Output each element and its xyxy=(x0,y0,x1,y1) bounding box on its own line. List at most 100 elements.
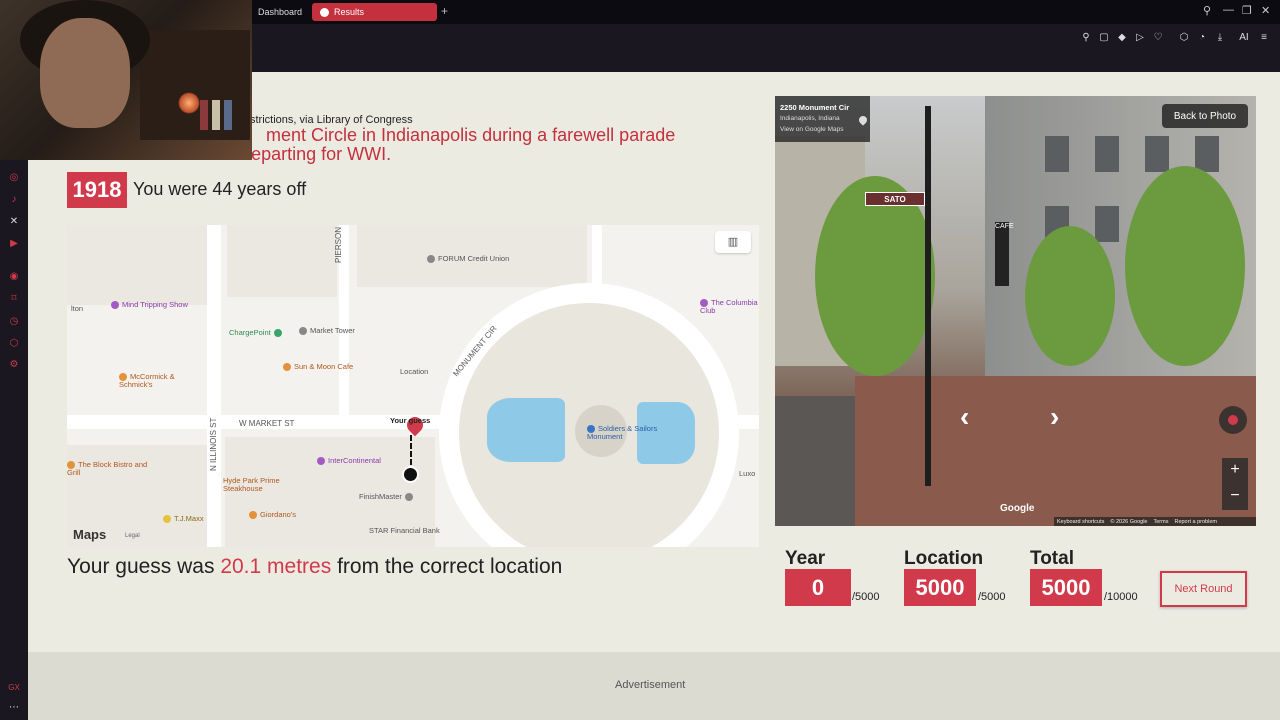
poi-sun-moon[interactable]: Sun & Moon Cafe xyxy=(283,363,353,372)
ai-button[interactable]: AI xyxy=(1234,32,1254,44)
poi-icon xyxy=(163,515,171,524)
sv-city: Indianapolis, Indiana xyxy=(780,115,840,122)
zoom-out-button[interactable]: − xyxy=(1222,484,1248,510)
year-score-value: 0 xyxy=(785,569,851,606)
book xyxy=(224,100,232,130)
window xyxy=(1145,136,1169,172)
poi-label: FinishMaster xyxy=(359,492,402,502)
street-view-footer: Keyboard shortcuts © 2026 Google Terms R… xyxy=(1054,517,1256,526)
tab-results[interactable]: Results xyxy=(312,3,437,21)
x-twitter-icon[interactable]: ✕ xyxy=(8,216,20,228)
correct-year-badge: 1918 xyxy=(67,172,127,208)
poi-market-tower[interactable]: Market Tower xyxy=(299,327,355,336)
poi-mccormick[interactable]: McCormick & Schmick's xyxy=(119,373,199,389)
guess-label: Your guess xyxy=(390,416,431,425)
back-to-photo-button[interactable]: Back to Photo xyxy=(1162,104,1248,128)
bookmark-icon[interactable]: ⌑ xyxy=(8,293,20,305)
street-label: N ILLINOIS ST xyxy=(209,417,218,471)
poi-tjmaxx[interactable]: T.J.Maxx xyxy=(163,515,204,524)
caption-line-1: ment Circle in Indianapolis during a far… xyxy=(266,125,676,145)
report-problem-link[interactable]: Report a problem xyxy=(1174,519,1217,525)
snapshot-icon[interactable]: ▢ xyxy=(1098,32,1110,44)
nav-arrow-left-icon[interactable]: ‹ xyxy=(960,401,969,433)
menu-icon[interactable]: ≡ xyxy=(1258,32,1270,44)
poi-columbia-club[interactable]: The Columbia Club xyxy=(700,299,759,315)
maximize-button[interactable]: ❐ xyxy=(1242,4,1252,17)
road-illinois xyxy=(207,225,221,547)
bookshelf xyxy=(140,30,250,140)
poi-block-bistro[interactable]: The Block Bistro and Grill xyxy=(67,461,157,477)
window xyxy=(1195,136,1219,172)
poi-label: ChargePoint xyxy=(229,328,271,338)
year-score-max: /5000 xyxy=(852,591,880,603)
street-label: PIERSON xyxy=(334,226,343,263)
poi-lton: lton xyxy=(71,305,83,313)
apple-maps-logo: Maps xyxy=(73,527,106,542)
poi-intercontinental[interactable]: InterContinental xyxy=(317,457,381,466)
poi-soldiers-sailors[interactable]: Soldiers & Sailors Monument xyxy=(587,425,677,441)
gx-label: GX xyxy=(8,683,20,692)
map-block xyxy=(67,225,207,305)
total-score-value: 5000 xyxy=(1030,569,1102,606)
poi-hyde-park[interactable]: Hyde Park Prime Steakhouse xyxy=(223,477,303,493)
next-round-button[interactable]: Next Round xyxy=(1160,571,1247,607)
poi-label: Mind Tripping Show xyxy=(122,300,188,310)
poi-mind-tripping[interactable]: Mind Tripping Show xyxy=(111,300,191,310)
download-icon[interactable]: ⤓ xyxy=(1214,32,1226,44)
poi-label: lton xyxy=(71,304,84,314)
settings-icon[interactable]: ⚙ xyxy=(8,359,20,371)
poi-label: Luxo xyxy=(739,469,756,479)
play-icon[interactable]: ▷ xyxy=(1134,32,1146,44)
history-icon[interactable]: ◷ xyxy=(8,316,20,328)
view-on-google-maps-link[interactable]: View on Google Maps xyxy=(780,126,843,133)
result-map[interactable]: PIERSON N ILLINOIS ST W MARKET ST MONUME… xyxy=(67,225,759,547)
pin-icon[interactable]: ⚲ xyxy=(1080,32,1092,44)
map-block xyxy=(227,225,337,297)
poi-giordano[interactable]: Giordano's xyxy=(249,511,296,520)
tiktok-icon[interactable]: ♪ xyxy=(8,194,20,206)
guess-pin[interactable] xyxy=(402,466,419,483)
total-score-max: /10000 xyxy=(1104,591,1138,603)
location-label: Location xyxy=(400,367,429,376)
more-icon[interactable]: ⋯ xyxy=(8,702,20,714)
poi-label: STAR Financial Bank xyxy=(369,526,440,536)
compass-icon[interactable] xyxy=(1219,406,1247,434)
poi-icon xyxy=(249,511,257,520)
keyboard-shortcuts-link[interactable]: Keyboard shortcuts xyxy=(1057,519,1104,525)
brick-sidewalk xyxy=(855,376,1256,526)
shield-icon[interactable]: ◆ xyxy=(1116,32,1128,44)
poi-icon xyxy=(273,329,282,338)
minimize-button[interactable]: — xyxy=(1223,4,1234,16)
maps-legal-link[interactable]: Legal xyxy=(125,533,140,539)
poi-icon xyxy=(404,493,413,502)
location-score-label: Location xyxy=(904,548,984,569)
instagram-icon[interactable]: ◎ xyxy=(8,172,20,184)
tab-dashboard[interactable]: Dashboard xyxy=(250,3,308,21)
poi-chargepoint[interactable]: ChargePoint xyxy=(229,328,285,338)
location-pin-icon xyxy=(857,114,869,126)
nav-arrow-right-icon[interactable]: › xyxy=(1050,401,1059,433)
extensions-icon[interactable]: ⬡ xyxy=(1178,32,1190,44)
maps-brand-label: Maps xyxy=(73,527,107,542)
player-icon[interactable]: ◉ xyxy=(8,271,20,283)
street-view-panorama[interactable]: SATO CAFE ‹ › 2250 Monument Cir Indianap… xyxy=(775,96,1256,526)
close-window-button[interactable]: ✕ xyxy=(1261,4,1270,17)
new-tab-button[interactable]: + xyxy=(441,4,448,18)
poi-star-financial[interactable]: STAR Financial Bank xyxy=(369,527,449,535)
bell-icon[interactable]: ◔ xyxy=(1196,32,1208,44)
poi-forum[interactable]: FORUM Credit Union xyxy=(427,255,527,264)
poi-label: Hyde Park Prime Steakhouse xyxy=(223,476,280,494)
book xyxy=(200,100,208,130)
search-icon[interactable]: ⚲ xyxy=(1203,4,1211,17)
poi-finishmaster[interactable]: FinishMaster xyxy=(359,492,416,502)
youtube-icon[interactable]: ▶ xyxy=(8,238,20,250)
map-type-button[interactable]: ▥ xyxy=(715,231,751,253)
zoom-in-button[interactable]: + xyxy=(1222,458,1248,484)
tree xyxy=(1025,226,1115,366)
terms-link[interactable]: Terms xyxy=(1153,519,1168,525)
heart-icon[interactable]: ♡ xyxy=(1152,32,1164,44)
street-view-info-box: 2250 Monument Cir Indianapolis, Indiana … xyxy=(775,96,870,142)
distance-prefix: Your guess was xyxy=(67,555,215,578)
extensions-side-icon[interactable]: ⬡ xyxy=(8,338,20,350)
poi-label: Soldiers & Sailors Monument xyxy=(587,424,658,442)
